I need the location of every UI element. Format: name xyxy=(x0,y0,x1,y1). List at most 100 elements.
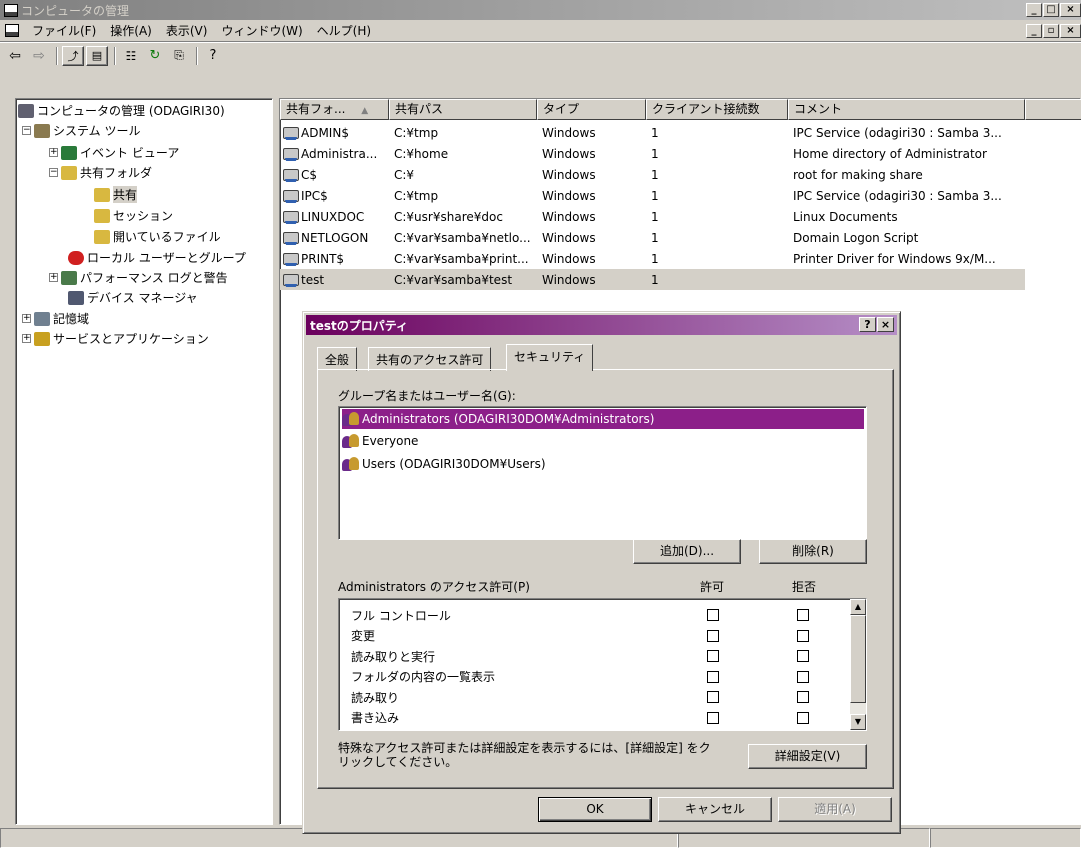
back-arrow-icon[interactable]: ⇦ xyxy=(4,46,26,66)
allow-checkbox[interactable] xyxy=(707,629,719,642)
table-row[interactable]: IPC$ C:¥tmp Windows 1 IPC Service (odagiri30… xyxy=(280,185,1025,206)
allow-checkbox[interactable] xyxy=(707,609,719,621)
forward-arrow-icon[interactable]: ⇨ xyxy=(28,46,50,66)
child-minimize-button[interactable]: _ xyxy=(1026,24,1042,38)
allow-checkbox[interactable] xyxy=(707,691,719,703)
expand-icon[interactable]: + xyxy=(22,334,31,343)
tree-item-root[interactable]: コンピュータの管理 (ODAGIRI30) xyxy=(18,101,225,120)
dialog-close-button[interactable]: × xyxy=(877,317,894,332)
tree-item-storage[interactable]: + 記憶域 xyxy=(22,309,89,328)
cell-clients: 1 xyxy=(646,210,788,224)
deny-checkbox[interactable] xyxy=(797,629,809,642)
cell-comment: IPC Service (odagiri30 : Samba 3... xyxy=(788,126,1025,140)
table-row[interactable]: Administra... C:¥home Windows 1 Home directo… xyxy=(280,143,1025,164)
document-window-icon[interactable] xyxy=(5,24,19,37)
deny-checkbox[interactable] xyxy=(797,691,809,703)
menu-file[interactable]: ファイル(F) xyxy=(25,22,103,39)
tree-item-perf-logs[interactable]: + パフォーマンス ログと警告 xyxy=(49,268,228,287)
cancel-button[interactable]: キャンセル xyxy=(658,797,772,822)
permissions-scrollbar[interactable]: ▲ ▼ xyxy=(850,599,866,730)
dialog-help-button[interactable]: ? xyxy=(859,317,876,332)
minimize-button[interactable]: _ xyxy=(1026,3,1042,17)
expand-icon[interactable]: + xyxy=(49,148,58,157)
deny-checkbox[interactable] xyxy=(797,670,809,683)
table-row[interactable]: ADMIN$ C:¥tmp Windows 1 IPC Service (odagiri… xyxy=(280,122,1025,143)
deny-checkbox[interactable] xyxy=(797,609,809,621)
properties-dialog: testのプロパティ ? × 全般 共有のアクセス許可 セキュリティ グループ名… xyxy=(302,311,901,834)
tab-general[interactable]: 全般 xyxy=(317,347,358,371)
tools-icon xyxy=(34,123,50,138)
tree-label: 開いているファイル xyxy=(113,230,221,244)
export-list-icon[interactable]: ⎘ xyxy=(168,46,190,66)
tree-item-shared-folders[interactable]: − 共有フォルダ xyxy=(49,163,152,182)
console-tree[interactable]: コンピュータの管理 (ODAGIRI30) − システム ツール + イベント … xyxy=(15,98,273,825)
menu-view[interactable]: 表示(V) xyxy=(159,22,215,39)
table-row[interactable]: test C:¥var¥samba¥test Windows 1 xyxy=(280,269,1025,290)
refresh-icon[interactable]: ↻ xyxy=(144,46,166,66)
properties-icon[interactable]: ☷ xyxy=(120,46,142,66)
cell-type: Windows xyxy=(537,168,646,182)
expand-icon[interactable]: + xyxy=(49,273,58,282)
column-header-comment[interactable]: コメント xyxy=(788,99,1025,120)
group-list-label: グループ名またはユーザー名(G): xyxy=(338,389,516,403)
table-row[interactable]: C$ C:¥ Windows 1 root for making share xyxy=(280,164,1025,185)
show-tree-icon[interactable]: ▤ xyxy=(86,45,108,66)
add-button[interactable]: 追加(D)... xyxy=(633,539,741,564)
allow-checkbox[interactable] xyxy=(707,670,719,683)
remove-button[interactable]: 削除(R) xyxy=(759,539,867,564)
advanced-button[interactable]: 詳細設定(V) xyxy=(748,744,867,769)
tree-item-device-manager[interactable]: デバイス マネージャ xyxy=(68,288,198,307)
column-header-share-path[interactable]: 共有パス xyxy=(389,99,537,120)
column-header-clients[interactable]: クライアント接続数 xyxy=(646,99,788,120)
maximize-button[interactable]: □ xyxy=(1043,3,1059,17)
table-row[interactable]: NETLOGON C:¥var¥samba¥netlo... Windows 1 Dom… xyxy=(280,227,1025,248)
tab-share-permissions[interactable]: 共有のアクセス許可 xyxy=(368,347,492,371)
cell-name: PRINT$ xyxy=(280,252,389,266)
menu-bar: ファイル(F) 操作(A) 表示(V) ウィンドウ(W) ヘルプ(H) _ ▫ … xyxy=(0,20,1081,42)
cell-text: 1 xyxy=(651,209,659,224)
tree-item-system-tools[interactable]: − システム ツール xyxy=(22,121,140,140)
cell-name: C$ xyxy=(280,168,389,182)
list-item-administrators[interactable]: Administrators (ODAGIRI30DOM¥Administrat… xyxy=(342,409,864,429)
collapse-icon[interactable]: − xyxy=(49,168,58,177)
tree-item-event-viewer[interactable]: + イベント ビューア xyxy=(49,143,179,162)
ok-button[interactable]: OK xyxy=(538,797,652,822)
tree-item-shares[interactable]: 共有 xyxy=(94,185,138,204)
tree-item-sessions[interactable]: セッション xyxy=(94,206,173,225)
deny-checkbox[interactable] xyxy=(797,711,809,724)
list-item-users[interactable]: Users (ODAGIRI30DOM¥Users) xyxy=(342,454,550,474)
menu-window[interactable]: ウィンドウ(W) xyxy=(214,22,309,39)
allow-checkbox[interactable] xyxy=(707,650,719,662)
list-item-everyone[interactable]: Everyone xyxy=(342,431,422,451)
child-close-button[interactable]: × xyxy=(1060,24,1081,38)
menu-action[interactable]: 操作(A) xyxy=(103,22,159,39)
deny-checkbox[interactable] xyxy=(797,650,809,662)
menu-help[interactable]: ヘルプ(H) xyxy=(310,22,378,39)
computer-icon xyxy=(18,103,34,118)
up-folder-icon[interactable]: ⤴ xyxy=(62,45,84,66)
tree-item-local-users[interactable]: ローカル ユーザーとグループ xyxy=(68,248,246,267)
table-row[interactable]: PRINT$ C:¥var¥samba¥print... Windows 1 Print… xyxy=(280,248,1025,269)
performance-icon xyxy=(61,270,77,285)
scroll-down-icon[interactable]: ▼ xyxy=(850,714,866,730)
collapse-icon[interactable]: − xyxy=(22,126,31,135)
tree-item-open-files[interactable]: 開いているファイル xyxy=(94,227,221,246)
scroll-thumb[interactable] xyxy=(850,615,866,703)
allow-checkbox[interactable] xyxy=(707,711,719,724)
group-user-list[interactable]: Administrators (ODAGIRI30DOM¥Administrat… xyxy=(338,406,867,540)
user-group-icon xyxy=(342,411,360,427)
column-header-type[interactable]: タイプ xyxy=(537,99,646,120)
cell-text: 1 xyxy=(651,272,659,287)
child-restore-button[interactable]: ▫ xyxy=(1043,24,1059,38)
scroll-up-icon[interactable]: ▲ xyxy=(850,599,866,615)
table-row[interactable]: LINUXDOC C:¥usr¥share¥doc Windows 1 Linux Do… xyxy=(280,206,1025,227)
permissions-list[interactable]: ▲ ▼ フル コントロール 変更 読み取りと実行 フォルダの内容の一覧表示 読み取り 書き… xyxy=(338,598,867,731)
tab-security[interactable]: セキュリティ xyxy=(506,344,594,371)
column-header-share-name[interactable]: 共有フォ... ▲ xyxy=(280,99,389,120)
expand-icon[interactable]: + xyxy=(22,314,31,323)
tree-item-services-apps[interactable]: + サービスとアプリケーション xyxy=(22,329,209,348)
cell-text: Domain Logon Script xyxy=(793,230,919,245)
apply-button[interactable]: 適用(A) xyxy=(778,797,892,822)
close-button[interactable]: × xyxy=(1060,3,1081,17)
help-icon[interactable]: ? xyxy=(202,46,224,66)
